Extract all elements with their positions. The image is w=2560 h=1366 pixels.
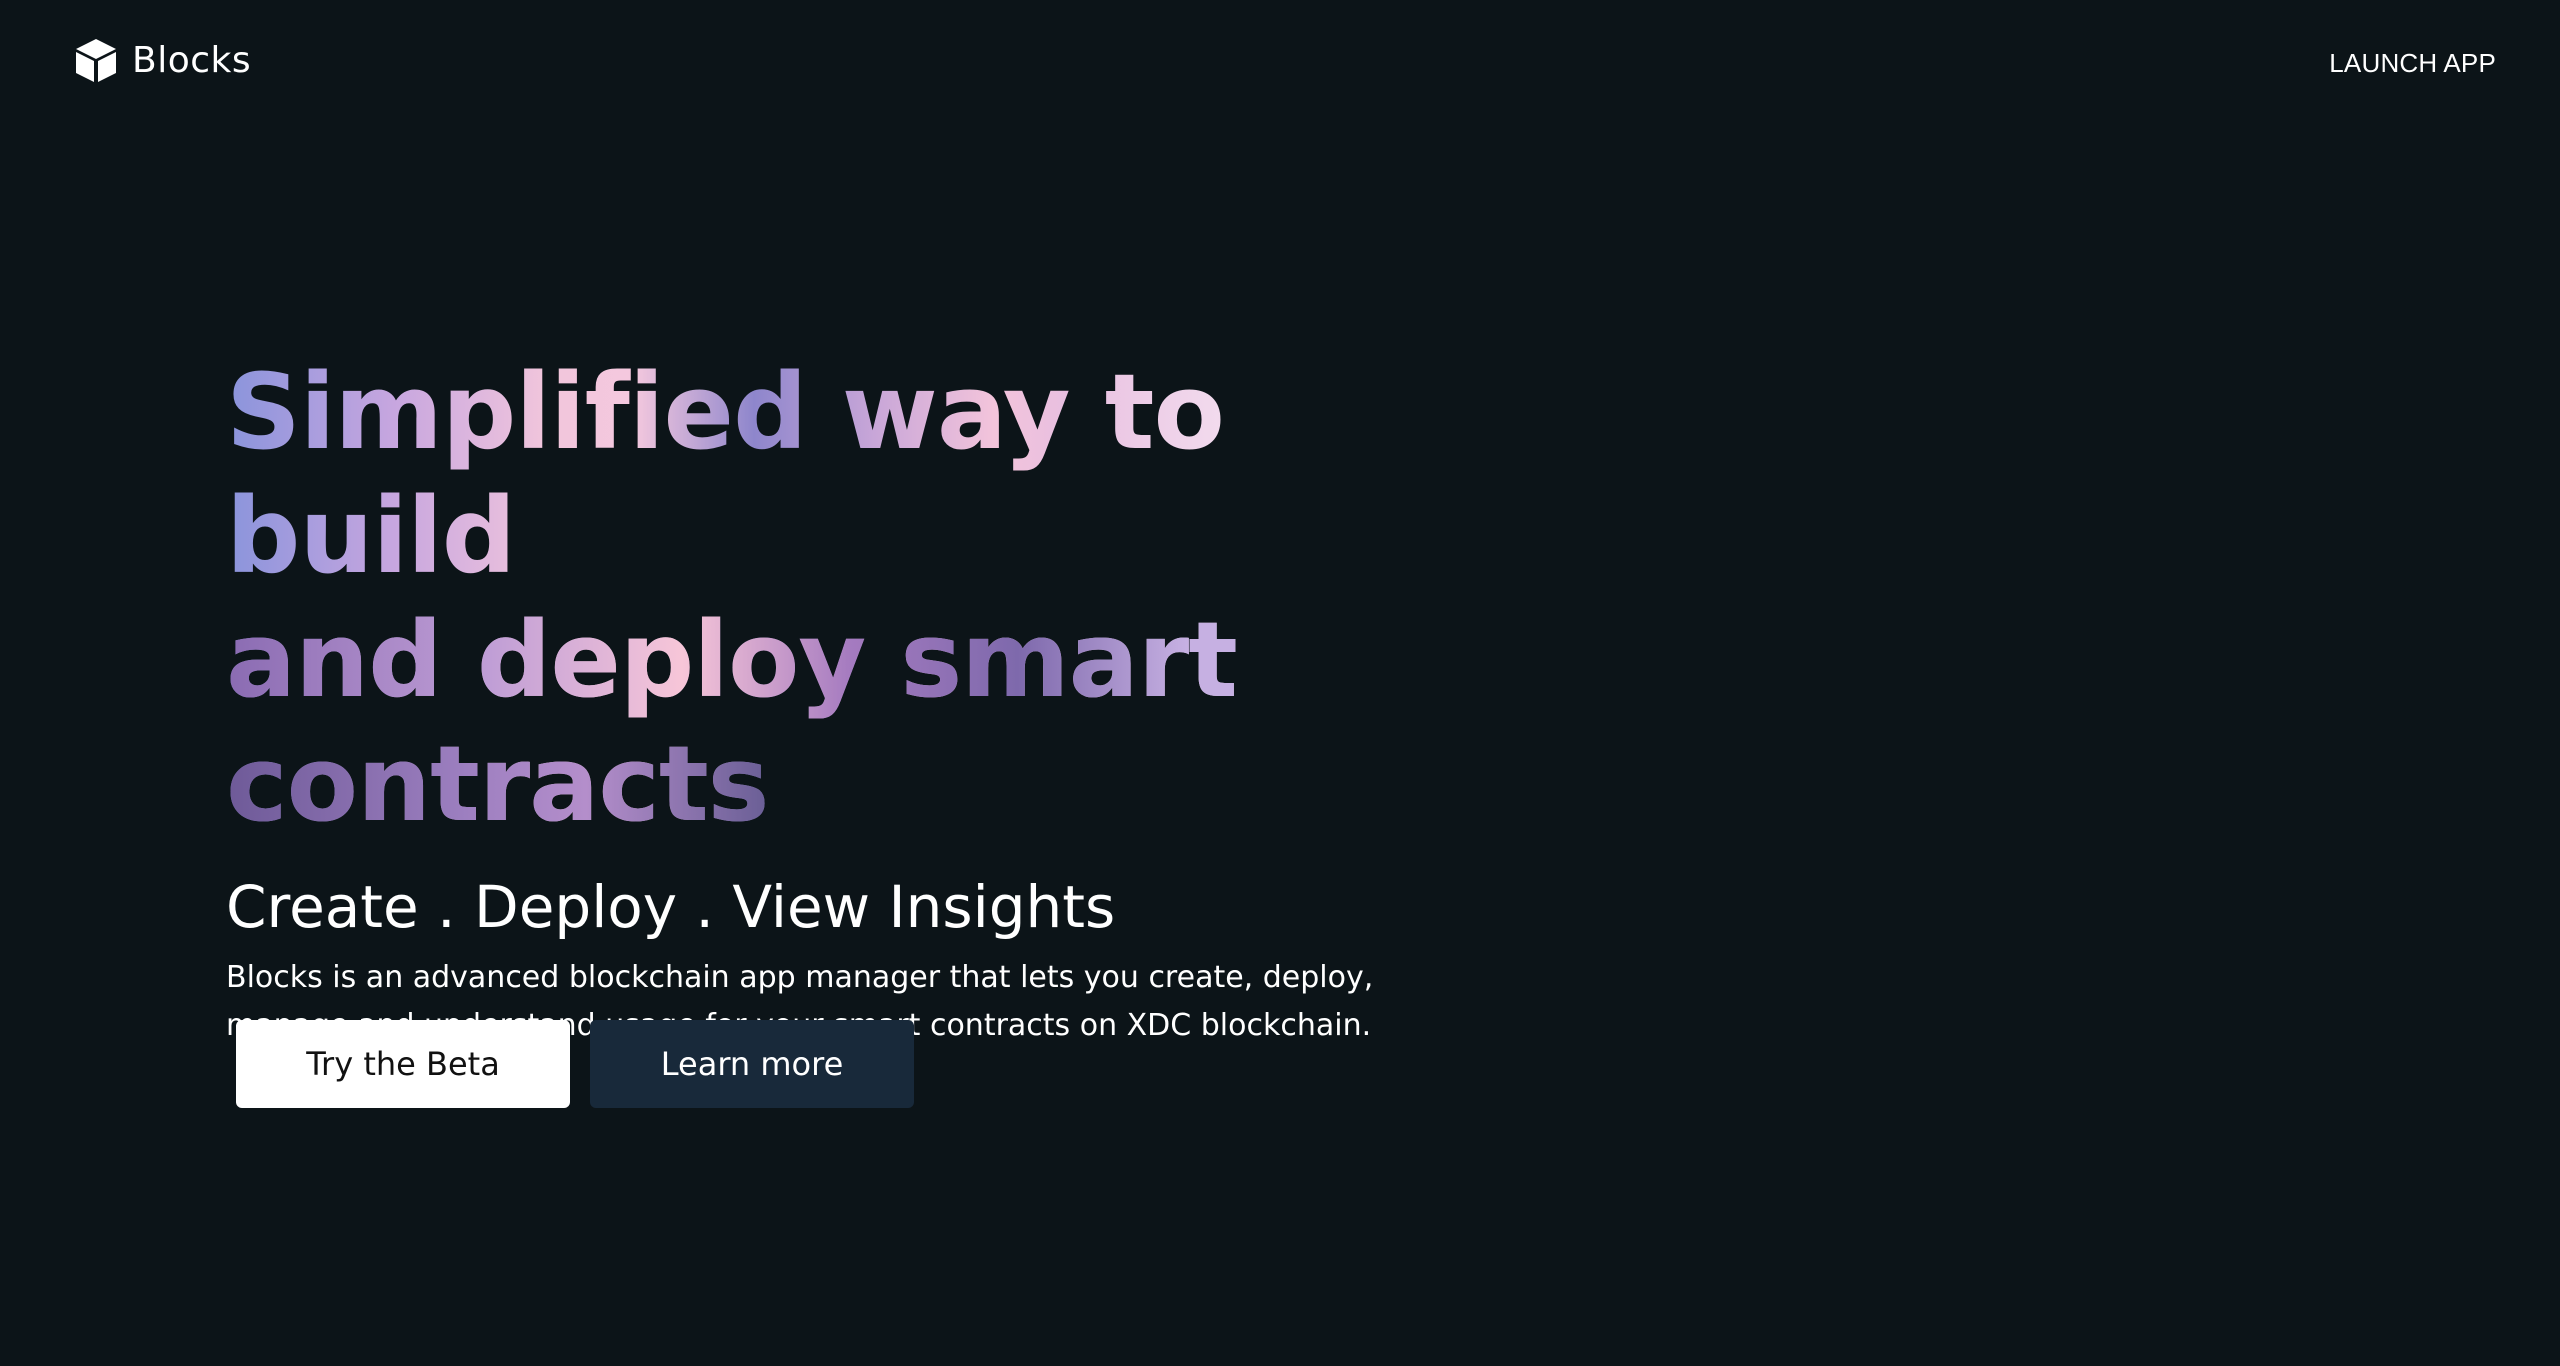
learn-more-button[interactable]: Learn more (590, 1020, 914, 1108)
headline-line-2: and deploy smart (226, 598, 1426, 722)
brand-logo-link[interactable]: Blocks (72, 36, 251, 84)
top-navbar: Blocks LAUNCH APP (0, 0, 2560, 124)
try-beta-button[interactable]: Try the Beta (236, 1020, 570, 1108)
launch-app-link[interactable]: LAUNCH APP (2329, 48, 2496, 79)
brand-name: Blocks (132, 39, 252, 81)
hero-section: Simplified way to build and deploy smart… (226, 350, 1526, 1050)
headline-line-1: Simplified way to build (226, 351, 1224, 597)
hero-actions: Try the Beta Learn more (236, 1020, 914, 1108)
hero-tagline: Create . Deploy . View Insights (226, 873, 1116, 941)
cube-icon (76, 39, 116, 82)
headline-line-3: contracts (226, 722, 1426, 846)
hero-headline: Simplified way to build and deploy smart… (226, 350, 1426, 846)
landing-page: Blocks LAUNCH APP Simplified way to buil… (0, 0, 2560, 1366)
